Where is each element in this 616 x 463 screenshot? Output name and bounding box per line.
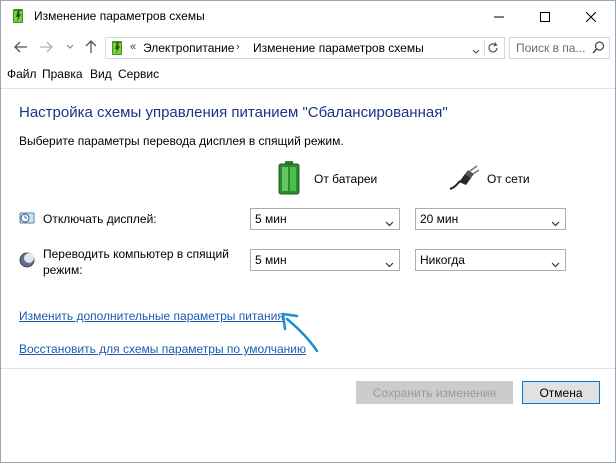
sleep-label-line1: Переводить компьютер в спящий xyxy=(43,247,229,261)
battery-icon xyxy=(278,161,300,198)
menu-bar: Файл Правка Вид Сервис xyxy=(1,63,615,85)
forward-arrow-icon[interactable] xyxy=(38,39,54,55)
monitor-clock-icon xyxy=(19,210,35,226)
menu-view[interactable]: Вид xyxy=(90,67,112,81)
display-battery-select[interactable]: 5 мин xyxy=(250,208,400,230)
back-arrow-icon[interactable] xyxy=(13,39,29,55)
breadcrumb-power-options[interactable]: Электропитание xyxy=(143,41,234,55)
search-icon[interactable] xyxy=(592,41,605,57)
up-arrow-icon[interactable] xyxy=(83,39,99,55)
sleep-plugged-select[interactable]: Никогда xyxy=(415,249,566,271)
address-dropdown-chevron-icon[interactable] xyxy=(472,44,480,58)
breadcrumb-overflow[interactable]: « xyxy=(130,41,136,53)
recent-chevron-down-icon[interactable] xyxy=(62,39,78,55)
divider xyxy=(1,88,615,89)
restore-defaults-link[interactable]: Восстановить для схемы параметры по умол… xyxy=(19,342,306,356)
display-plugged-value: 20 мин xyxy=(420,212,459,226)
menu-tools[interactable]: Сервис xyxy=(118,67,159,81)
sleep-label-line2: режим: xyxy=(43,263,83,277)
turn-off-display-label: Отключать дисплей: xyxy=(43,212,157,226)
advanced-settings-link[interactable]: Изменить дополнительные параметры питани… xyxy=(19,309,284,323)
title-bar: Изменение параметров схемы xyxy=(1,1,615,32)
page-subtitle: Выберите параметры перевода дисплея в сп… xyxy=(19,134,344,148)
minimize-button[interactable] xyxy=(476,1,522,32)
display-battery-value: 5 мин xyxy=(255,212,287,226)
cancel-button[interactable]: Отмена xyxy=(522,381,600,404)
search-placeholder: Поиск в па... xyxy=(516,41,586,55)
window-title: Изменение параметров схемы xyxy=(34,9,205,23)
chevron-down-icon xyxy=(551,257,560,271)
window: Изменение параметров схемы « Электропита… xyxy=(0,0,616,463)
sleep-plugged-value: Никогда xyxy=(420,253,465,267)
annotation-arrow-icon xyxy=(281,312,319,353)
address-row: « Электропитание › Изменение параметров … xyxy=(1,33,615,61)
display-plugged-select[interactable]: 20 мин xyxy=(415,208,566,230)
chevron-down-icon xyxy=(385,257,394,271)
chevron-down-icon xyxy=(551,216,560,230)
power-options-icon xyxy=(109,40,125,56)
search-box[interactable]: Поиск в па... xyxy=(509,37,610,59)
chevron-down-icon xyxy=(385,216,394,230)
moon-sleep-icon xyxy=(19,252,35,268)
sleep-battery-value: 5 мин xyxy=(255,253,287,267)
maximize-button[interactable] xyxy=(522,1,568,32)
close-button[interactable] xyxy=(568,1,614,32)
breadcrumb-edit-plan[interactable]: Изменение параметров схемы xyxy=(253,41,424,55)
address-bar[interactable]: « Электропитание › Изменение параметров … xyxy=(105,37,505,59)
power-options-icon xyxy=(10,8,26,24)
sleep-battery-select[interactable]: 5 мин xyxy=(250,249,400,271)
menu-edit[interactable]: Правка xyxy=(42,67,83,81)
power-plug-icon xyxy=(448,165,480,194)
save-changes-button[interactable]: Сохранить изменения xyxy=(356,381,513,404)
refresh-icon[interactable] xyxy=(484,40,500,56)
breadcrumb-chevron-icon[interactable]: › xyxy=(236,41,240,53)
column-plugged-in: От сети xyxy=(487,172,530,186)
menu-file[interactable]: Файл xyxy=(7,67,37,81)
column-on-battery: От батареи xyxy=(314,172,378,186)
divider xyxy=(1,368,615,369)
page-title: Настройка схемы управления питанием "Сба… xyxy=(19,104,448,121)
